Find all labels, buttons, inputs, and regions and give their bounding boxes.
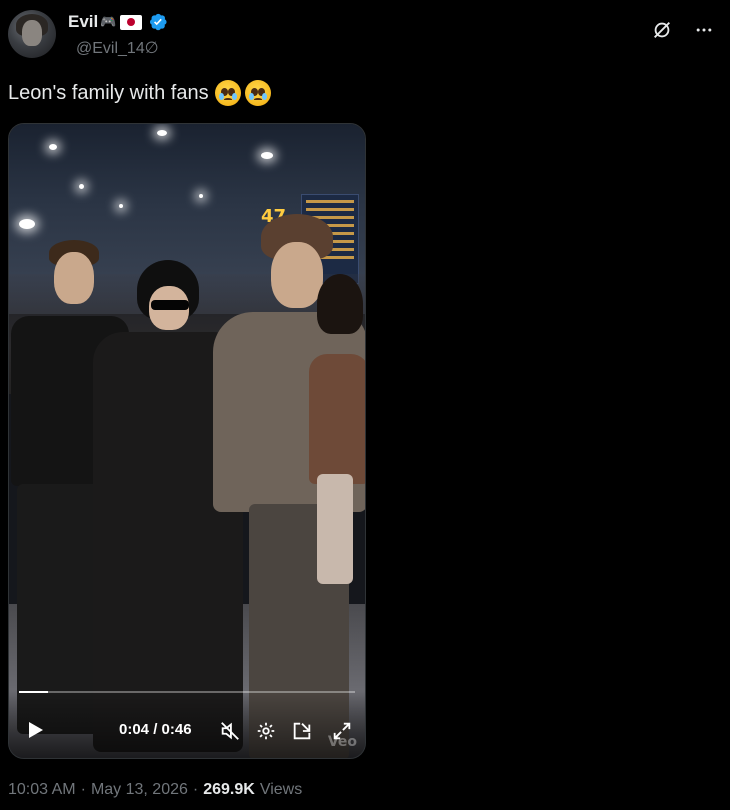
tweet-meta: 10:03 AM · May 13, 2026 · 269.9K Views [8,781,302,799]
author-name-row[interactable]: Evil 🎮 [68,12,168,32]
video-frame: 47 [9,124,365,758]
veo-watermark: Veo [327,734,357,750]
japan-flag-icon [120,14,143,30]
author-handle[interactable]: @Evil_14∅ [76,38,159,58]
views-label: Views [259,781,303,798]
child [299,274,365,594]
pip-icon[interactable] [291,720,313,742]
pleading-face-icon [214,80,241,106]
video-time: 0:04 / 0:46 [119,721,192,738]
video-player[interactable]: 47 0:04 / 0:46 Veo [8,123,366,759]
meta-separator: · [192,781,199,798]
display-name[interactable]: Evil [68,12,98,32]
avatar[interactable] [8,10,56,58]
verified-badge-icon[interactable] [148,12,168,32]
gamepad-icon: 🎮 [100,14,117,29]
tweet-text: Leon's family with fans [8,80,271,106]
tweet-time[interactable]: 10:03 AM [8,781,76,799]
video-controls: 0:04 / 0:46 Veo [9,692,365,758]
tweet-date[interactable]: May 13, 2026 [91,781,188,799]
more-icon[interactable] [692,18,716,42]
top-actions [650,18,716,42]
tweet-text-content: Leon's family with fans [8,81,209,104]
mute-icon[interactable] [219,720,241,742]
pleading-face-icon [244,80,271,106]
grok-icon[interactable] [650,18,674,42]
tweet-header: Evil 🎮 @Evil_14∅ [8,8,722,62]
settings-icon[interactable] [255,720,277,742]
views-count: 269.9K [203,781,255,798]
play-icon[interactable] [25,720,45,740]
meta-separator: · [80,781,86,798]
